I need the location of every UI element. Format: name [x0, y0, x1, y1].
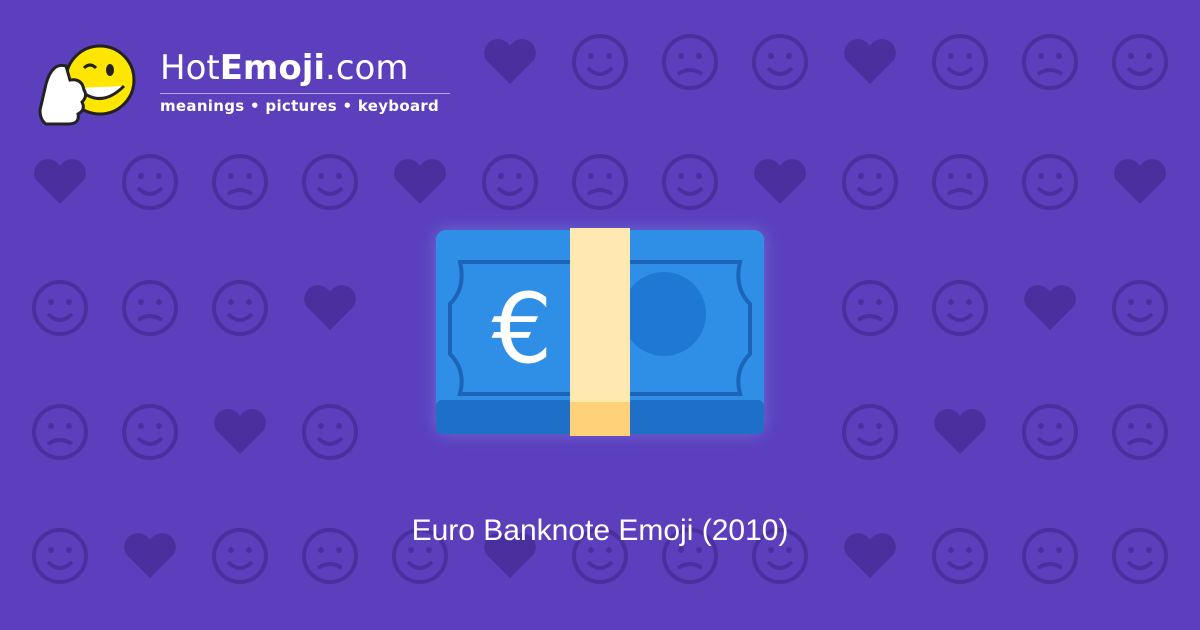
- bg-emoji-icon: [572, 34, 628, 90]
- bg-emoji-icon: [214, 409, 266, 454]
- bg-emoji-icon: [122, 404, 178, 460]
- bg-emoji-icon: [842, 280, 898, 336]
- bg-emoji-icon: [212, 154, 268, 210]
- logo-text-hot: Hot: [160, 48, 220, 88]
- bg-emoji-icon: [844, 39, 896, 84]
- bg-emoji-icon: [212, 280, 268, 336]
- bg-emoji-icon: [302, 154, 358, 210]
- logo-tagline: meanings • pictures • keyboard: [160, 97, 440, 115]
- bg-emoji-icon: [842, 154, 898, 210]
- bg-emoji-icon: [932, 280, 988, 336]
- bg-emoji-icon: [752, 34, 808, 90]
- bg-emoji-icon: [1022, 154, 1078, 210]
- emoji-caption: Euro Banknote Emoji (2010): [411, 514, 789, 547]
- bg-emoji-icon: [1112, 404, 1168, 460]
- logo-divider: [160, 93, 450, 94]
- bg-emoji-icon: [572, 154, 628, 210]
- bg-emoji-icon: [1022, 34, 1078, 90]
- winking-thumbs-up-icon: [38, 44, 136, 126]
- bg-emoji-icon: [932, 34, 988, 90]
- bg-emoji-icon: [662, 154, 718, 210]
- logo-text-emoji: Emoji: [219, 48, 326, 88]
- bg-emoji-icon: [302, 404, 358, 460]
- bg-emoji-icon: [1112, 34, 1168, 90]
- bg-emoji-icon: [1112, 280, 1168, 336]
- bg-emoji-icon: [394, 159, 446, 204]
- bg-emoji-icon: [1114, 159, 1166, 204]
- bg-emoji-icon: [484, 39, 536, 84]
- euro-sign: €: [491, 273, 552, 385]
- bg-emoji-icon: [934, 409, 986, 454]
- bg-emoji-icon: [34, 159, 86, 204]
- bg-emoji-icon: [932, 154, 988, 210]
- bg-emoji-icon: [122, 154, 178, 210]
- bg-emoji-icon: [662, 34, 718, 90]
- bg-emoji-icon: [482, 154, 538, 210]
- bg-emoji-icon: [842, 404, 898, 460]
- euro-banknote-icon: €: [436, 228, 764, 436]
- bg-emoji-icon: [304, 285, 356, 330]
- bg-emoji-icon: [32, 404, 88, 460]
- bg-emoji-icon: [32, 280, 88, 336]
- bg-emoji-icon: [122, 280, 178, 336]
- bg-emoji-icon: [1022, 404, 1078, 460]
- bg-emoji-icon: [754, 159, 806, 204]
- logo-text-domain: .com: [325, 48, 409, 88]
- logo-wordmark: HotEmoji.com: [160, 48, 408, 88]
- bg-emoji-icon: [1024, 285, 1076, 330]
